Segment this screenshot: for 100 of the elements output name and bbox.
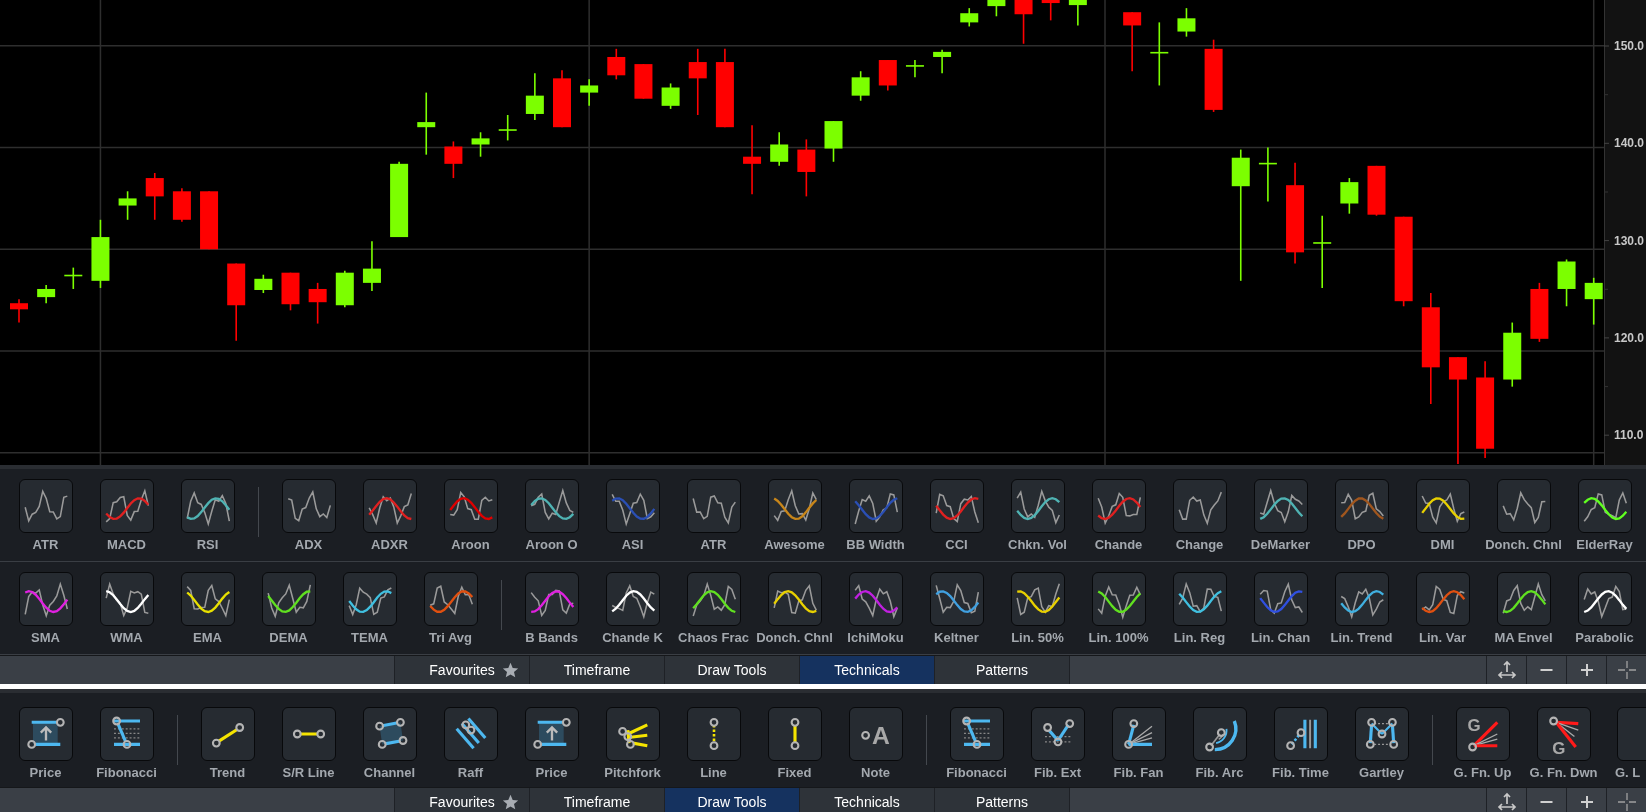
tab[interactable]: Patterns [934, 656, 1069, 684]
tab[interactable]: Technicals [799, 656, 934, 684]
candlestick [1177, 7, 1196, 38]
indicator-button[interactable]: ATR [5, 479, 86, 561]
indicator-button[interactable]: Lin. Trend [1321, 572, 1402, 654]
drawing-tool-button[interactable]: Gartley [1341, 707, 1422, 787]
indicator-button[interactable]: MACD [86, 479, 167, 561]
indicator-button[interactable]: IchiMoku [835, 572, 916, 654]
mini-chart-icon [1577, 479, 1632, 533]
chart-tool-icon [605, 707, 660, 761]
indicator-button[interactable]: RSI [167, 479, 248, 561]
indicator-button[interactable]: ADX [268, 479, 349, 561]
mini-chart-icon [1253, 572, 1308, 626]
drawing-tool-button[interactable]: Fibonacci [86, 707, 167, 787]
indicator-button[interactable]: MA Envel [1483, 572, 1564, 654]
indicator-button[interactable]: ASI [592, 479, 673, 561]
mini-chart-icon [524, 572, 579, 626]
indicator-button[interactable]: Chkn. Vol [997, 479, 1078, 561]
indicator-button[interactable]: Donch. Chnl [754, 572, 835, 654]
candlestick [1557, 258, 1576, 308]
indicator-button[interactable]: SMA [5, 572, 86, 654]
indicator-button[interactable]: Lin. Chan [1240, 572, 1321, 654]
indicator-button[interactable]: Donch. Chnl [1483, 479, 1564, 561]
chart-tool-icon [200, 707, 255, 761]
mini-chart-icon [1091, 479, 1146, 533]
chart-tool-icon [281, 707, 336, 761]
candlestick [933, 49, 952, 75]
indicator-button[interactable]: Parabolic [1564, 572, 1645, 654]
indicator-button[interactable]: Aroon [430, 479, 511, 561]
drawing-tool-button[interactable]: Price [5, 707, 86, 787]
drawing-tool-button[interactable]: Fib. Arc [1179, 707, 1260, 787]
drawing-tool-button[interactable]: Fib. Ext [1017, 707, 1098, 787]
indicator-button[interactable]: Awesome [754, 479, 835, 561]
candlestick [851, 70, 870, 102]
chart-tool-icon [1354, 707, 1409, 761]
drawing-tool-button[interactable]: Line [673, 707, 754, 787]
indicator-button[interactable]: Change [1159, 479, 1240, 561]
indicator-button[interactable]: Aroon O [511, 479, 592, 561]
drawing-tool-button[interactable]: Fibonacci [936, 707, 1017, 787]
drawing-tool-button[interactable]: G. L [1604, 707, 1646, 787]
tab[interactable]: Draw Tools [664, 656, 799, 684]
tab[interactable]: Favourites [394, 788, 529, 812]
indicator-button[interactable]: Keltner [916, 572, 997, 654]
drawing-tool-button[interactable]: S/R Line [268, 707, 349, 787]
indicator-button[interactable]: Chande [1078, 479, 1159, 561]
candlestick [471, 131, 490, 158]
indicator-button[interactable]: DMI [1402, 479, 1483, 561]
drawing-tool-button[interactable]: Channel [349, 707, 430, 787]
drawing-tool-button[interactable]: G G. Fn. Up [1442, 707, 1523, 787]
mini-chart-icon [180, 479, 235, 533]
indicator-button[interactable]: DPO [1321, 479, 1402, 561]
chart-tool-icon [524, 707, 579, 761]
drawing-tool-button[interactable]: G G. Fn. Dwn [1523, 707, 1604, 787]
axis-label: 120.0 [1614, 330, 1645, 345]
tab[interactable]: Timeframe [529, 788, 664, 812]
drawing-tool-button[interactable]: Fixed [754, 707, 835, 787]
indicator-button[interactable]: Chande K [592, 572, 673, 654]
indicator-button[interactable]: ElderRay [1564, 479, 1645, 561]
indicator-button[interactable]: DeMarker [1240, 479, 1321, 561]
tab[interactable]: Timeframe [529, 656, 664, 684]
candlestick [200, 190, 219, 251]
indicator-button[interactable]: Chaos Frac [673, 572, 754, 654]
indicator-button[interactable]: WMA [86, 572, 167, 654]
drawing-tool-button[interactable]: Price [511, 707, 592, 787]
drawing-tool-button[interactable]: A Note [835, 707, 916, 787]
indicator-button[interactable]: Lin. 50% [997, 572, 1078, 654]
candlestick [37, 284, 56, 305]
candlestick [525, 72, 544, 121]
indicator-button[interactable]: TEMA [329, 572, 410, 654]
indicator-button[interactable]: Tri Avg [410, 572, 491, 654]
tab[interactable]: Patterns [934, 788, 1069, 812]
mini-chart-icon [281, 479, 336, 533]
mini-chart-icon [99, 572, 154, 626]
drawing-tool-button[interactable]: Raff [430, 707, 511, 787]
tab[interactable]: Technicals [799, 788, 934, 812]
axis-label: 150.0 [1614, 39, 1645, 53]
drawing-tool-button[interactable]: Pitchfork [592, 707, 673, 787]
indicator-button[interactable]: EMA [167, 572, 248, 654]
mini-chart-icon [1415, 572, 1470, 626]
candlestick [878, 59, 897, 92]
crosshair-icon [1616, 660, 1637, 680]
indicator-button[interactable]: Lin. 100% [1078, 572, 1159, 654]
tab[interactable]: Favourites [394, 656, 529, 684]
tab[interactable]: Draw Tools [664, 788, 799, 812]
mini-chart-icon [848, 479, 903, 533]
candlestick [1340, 177, 1359, 215]
mini-chart-icon [261, 572, 316, 626]
drawing-tool-button[interactable]: Fib. Time [1260, 707, 1341, 787]
indicator-button[interactable]: DEMA [248, 572, 329, 654]
indicator-button[interactable]: BB Width [835, 479, 916, 561]
minus-icon [1540, 801, 1553, 803]
indicator-button[interactable]: Lin. Var [1402, 572, 1483, 654]
drawing-tool-button[interactable]: Fib. Fan [1098, 707, 1179, 787]
drawing-tool-button[interactable]: Trend [187, 707, 268, 787]
indicator-button[interactable]: CCI [916, 479, 997, 561]
indicator-button[interactable]: Lin. Reg [1159, 572, 1240, 654]
chart-tool-icon [1030, 707, 1085, 761]
indicator-button[interactable]: ADXR [349, 479, 430, 561]
indicator-button[interactable]: B Bands [511, 572, 592, 654]
indicator-button[interactable]: ATR [673, 479, 754, 561]
